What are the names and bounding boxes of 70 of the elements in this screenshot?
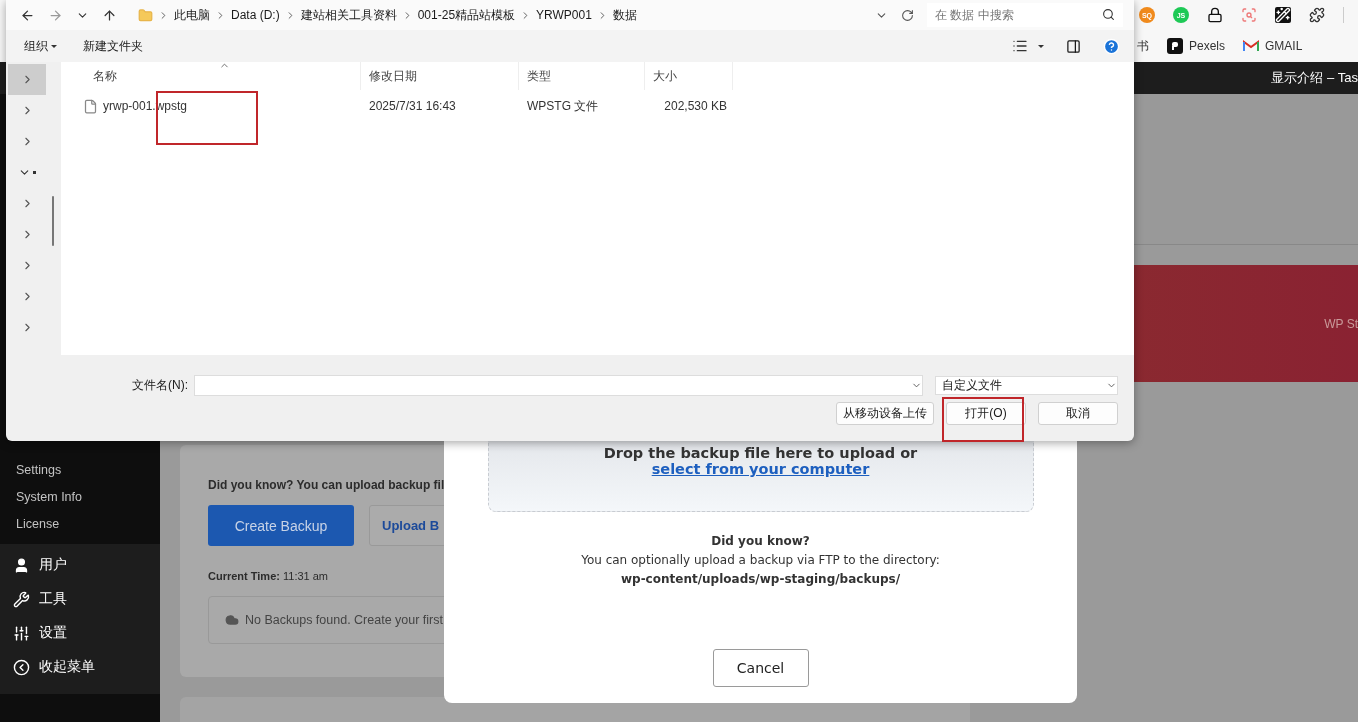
mail-logo-icon: [1243, 40, 1260, 52]
tip-text: You can optionally upload a backup via FTP to the directory:: [581, 553, 940, 567]
current-time: Current Time: 11:31 am: [208, 570, 329, 582]
menu-item[interactable]: 用户: [39, 556, 67, 574]
menu-item[interactable]: 工具: [39, 590, 67, 608]
breadcrumb-item[interactable]: 数据: [612, 6, 637, 24]
breadcrumb-item[interactable]: Data (D:): [231, 8, 280, 22]
address-bar[interactable]: 此电脑 Data (D:) 建站相关工具资料 001-25精品站模板 YRWP001 数据: [132, 3, 888, 27]
folder-icon: [138, 7, 153, 23]
drop-text: Drop the backup file here to upload or: [603, 445, 918, 461]
sliders-icon: [13, 624, 30, 642]
wand-icon[interactable]: [1275, 7, 1291, 23]
user-icon: [13, 556, 30, 574]
submenu-item[interactable]: System Info: [0, 484, 160, 511]
help-icon[interactable]: [1103, 37, 1120, 55]
empty-text: No Backups found. Create your first: [245, 613, 443, 627]
file-type-text: 自定义文件: [942, 377, 1002, 394]
file-icon: [83, 98, 98, 114]
bookmark-link[interactable]: Pexels: [1189, 39, 1226, 53]
wrench-icon: [13, 590, 30, 608]
dialog-button[interactable]: 从移动设备上传: [836, 402, 934, 425]
search-icon[interactable]: [1241, 7, 1257, 23]
table-cell-text: 202,530 KB: [663, 99, 728, 113]
file-type-select[interactable]: 自定义文件: [935, 376, 1118, 395]
collapse-icon: [13, 658, 30, 676]
caret-icon[interactable]: [1038, 44, 1044, 48]
search-icon: [1102, 8, 1115, 21]
tip-title: Did you know?: [711, 534, 810, 548]
search-field[interactable]: 在 数据 中搜索: [927, 3, 1123, 27]
column-header[interactable]: 名称: [61, 62, 361, 90]
breadcrumb-item[interactable]: 此电脑: [174, 6, 210, 24]
tip-text: Did you know? You can upload backup fil: [208, 478, 445, 492]
breadcrumb-item[interactable]: 建站相关工具资料: [300, 6, 397, 24]
column-header[interactable]: 类型: [519, 62, 645, 90]
submenu-item[interactable]: Settings: [0, 457, 160, 484]
table-cell-text: 2025/7/31 16:43: [368, 99, 457, 113]
breadcrumb-item[interactable]: YRWP001: [536, 8, 592, 22]
toolbar-button[interactable]: 组织: [24, 37, 57, 55]
puzzle-icon[interactable]: [1309, 7, 1325, 23]
toolbar-button[interactable]: 新建文件夹: [83, 37, 143, 55]
banner-text: WP St: [1324, 316, 1358, 331]
directory-path: wp-content/uploads/wp-staging/backups/: [620, 572, 901, 586]
back-icon[interactable]: [20, 7, 35, 23]
bookmark-link[interactable]: 书: [1137, 37, 1149, 55]
lock-icon[interactable]: [1207, 7, 1223, 23]
cloud-icon: [225, 613, 239, 627]
bookmark-link[interactable]: GMAIL: [1265, 39, 1303, 53]
caret-icon: [51, 44, 57, 48]
up-icon[interactable]: [102, 7, 117, 23]
submenu-item[interactable]: License: [0, 511, 160, 538]
filename-field[interactable]: [194, 375, 923, 396]
breadcrumb-item[interactable]: 001-25精品站模板: [417, 6, 516, 24]
pexels-logo-icon: [1167, 38, 1183, 54]
view-icon[interactable]: [1012, 38, 1028, 54]
column-header[interactable]: 大小: [645, 62, 733, 90]
table-cell-text: WPSTG 文件: [526, 97, 600, 115]
dialog-button[interactable]: 取消: [1038, 402, 1118, 425]
forward-icon[interactable]: [48, 7, 63, 23]
backup-button[interactable]: Create Backup: [208, 505, 354, 546]
menu-item[interactable]: 设置: [39, 624, 67, 642]
refresh-icon[interactable]: [901, 8, 914, 22]
node-icon: [33, 171, 36, 174]
menu-item[interactable]: 收起菜单: [39, 658, 95, 676]
select-link[interactable]: select from your computer: [651, 461, 870, 477]
preview-pane-icon[interactable]: [1066, 38, 1081, 54]
scrollbar: [52, 196, 54, 246]
column-header[interactable]: 修改日期: [361, 62, 519, 90]
dialog-button[interactable]: 打开(O): [946, 402, 1026, 425]
filename-label: 文件名(N):: [132, 377, 188, 394]
cancel-button[interactable]: Cancel: [712, 649, 809, 687]
